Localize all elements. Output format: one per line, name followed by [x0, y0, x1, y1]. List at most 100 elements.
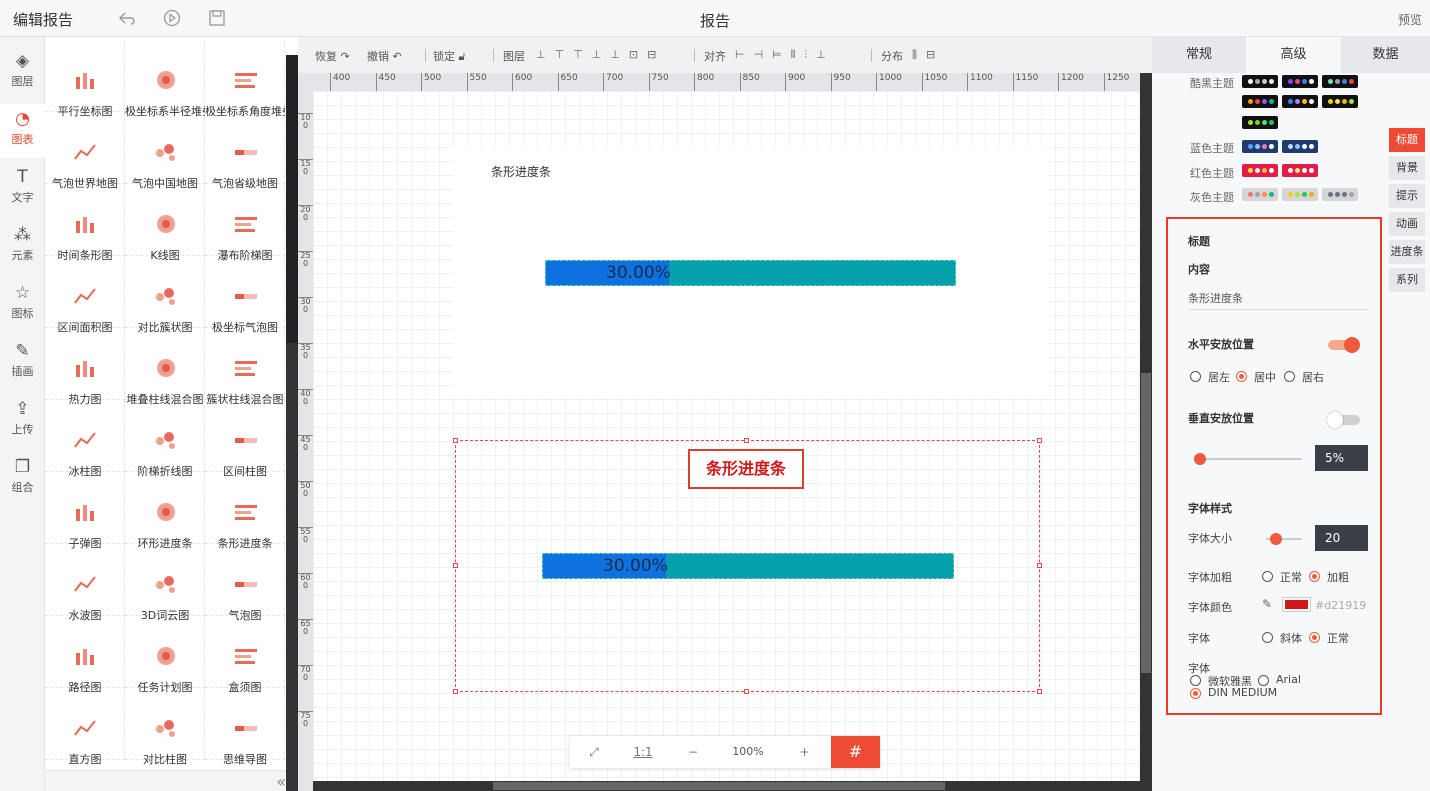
nav-item-layers[interactable]: ◈ 图层: [0, 46, 45, 100]
resize-handle[interactable]: [1037, 689, 1042, 694]
radio-font-yahei[interactable]: [1190, 675, 1201, 686]
chart-type-item[interactable]: 气泡图: [205, 544, 285, 622]
theme-swatch[interactable]: [1282, 95, 1318, 108]
theme-swatch[interactable]: [1282, 75, 1318, 88]
chart-type-item[interactable]: 时间条形图: [45, 184, 125, 262]
chart-type-item[interactable]: 区间面积图: [45, 256, 125, 334]
chart-type-item[interactable]: 气泡省级地图: [205, 112, 285, 190]
collapse-icon[interactable]: «: [276, 772, 286, 791]
resize-handle[interactable]: [744, 438, 749, 443]
chart-type-item[interactable]: 区间柱图: [205, 400, 285, 478]
resize-handle[interactable]: [453, 438, 458, 443]
play-icon[interactable]: [163, 9, 181, 27]
chart-type-item[interactable]: K线图: [125, 184, 205, 262]
font-color-value[interactable]: #d21919: [1315, 599, 1366, 612]
slider-knob[interactable]: [1194, 453, 1206, 465]
canvas-horizontal-scrollbar[interactable]: [313, 781, 1140, 791]
chart-type-item[interactable]: 直方图: [45, 688, 125, 766]
nav-item-group[interactable]: ❐ 组合: [0, 452, 45, 506]
tab-general[interactable]: 常规: [1152, 37, 1246, 73]
actual-size-button[interactable]: 1:1: [618, 736, 668, 768]
chart-type-item[interactable]: 堆叠柱线混合图: [125, 328, 205, 406]
chart-type-item[interactable]: 极坐标系角度堆叠: [205, 40, 285, 118]
resize-handle[interactable]: [1037, 563, 1042, 568]
side-tab[interactable]: 系列: [1389, 268, 1425, 292]
title-content-input[interactable]: 条形进度条: [1188, 290, 1368, 310]
resize-handle[interactable]: [453, 563, 458, 568]
theme-swatch[interactable]: [1242, 164, 1278, 177]
chart-type-item[interactable]: 子弹图: [45, 472, 125, 550]
chart-type-item[interactable]: 盒须图: [205, 616, 285, 694]
grid-toggle-button[interactable]: #: [831, 736, 880, 768]
layer-order-icons[interactable]: ⊥⊤⊤⊥⊥⊡⊟: [536, 48, 665, 61]
radio-h-right[interactable]: [1284, 371, 1295, 382]
font-color-swatch[interactable]: [1283, 598, 1310, 611]
chart-type-item[interactable]: 阶梯折线图: [125, 400, 205, 478]
nav-item-chart[interactable]: ◔ 图表: [0, 104, 45, 158]
chart-type-item[interactable]: 任务计划图: [125, 616, 205, 694]
chart-type-item[interactable]: 路径图: [45, 616, 125, 694]
nav-item-upload[interactable]: ⇪ 上传: [0, 394, 45, 448]
font-size-slider[interactable]: [1266, 533, 1302, 545]
chart-type-item[interactable]: 极坐标系半径堆叠: [125, 40, 205, 118]
theme-swatch[interactable]: [1242, 116, 1278, 129]
canvas-vertical-scrollbar[interactable]: [1140, 73, 1152, 791]
side-tab[interactable]: 标题: [1389, 128, 1425, 152]
theme-swatch[interactable]: [1322, 95, 1358, 108]
nav-item-star[interactable]: ☆ 图标: [0, 278, 45, 332]
fit-screen-button[interactable]: ⤢: [570, 736, 618, 768]
chart-type-item[interactable]: 热力图: [45, 328, 125, 406]
chart-type-item[interactable]: 瀑布阶梯图: [205, 184, 285, 262]
chart-type-item[interactable]: 气泡中国地图: [125, 112, 205, 190]
radio-italic[interactable]: [1262, 632, 1273, 643]
progress-widget-top[interactable]: 条形进度条 30.00%: [453, 147, 1047, 398]
h-position-toggle[interactable]: [1328, 337, 1360, 353]
back-icon[interactable]: [118, 9, 136, 27]
chart-type-item[interactable]: 思维导图: [205, 688, 285, 766]
chart-type-item[interactable]: 对比簇状图: [125, 256, 205, 334]
theme-swatch[interactable]: [1242, 188, 1278, 201]
radio-font-arial[interactable]: [1258, 675, 1269, 686]
theme-swatch[interactable]: [1242, 140, 1278, 153]
chart-type-item[interactable]: 对比柱图: [125, 688, 205, 766]
theme-swatch[interactable]: [1282, 188, 1318, 201]
side-tab[interactable]: 提示: [1389, 184, 1425, 208]
preview-button[interactable]: 预览: [1398, 11, 1422, 28]
canvas-hscroll-thumb[interactable]: [493, 782, 945, 790]
radio-bold-bold[interactable]: [1309, 571, 1320, 582]
v-position-toggle[interactable]: [1327, 412, 1360, 428]
slider-knob[interactable]: [1270, 533, 1282, 545]
chart-type-item[interactable]: 平行坐标图: [45, 40, 125, 118]
zoom-in-button[interactable]: +: [778, 736, 831, 768]
theme-swatch[interactable]: [1322, 75, 1358, 88]
side-tab[interactable]: 进度条: [1389, 240, 1425, 264]
eyedropper-icon[interactable]: ✎: [1262, 597, 1272, 611]
redo-button[interactable]: 恢复 ↷: [315, 48, 350, 64]
radio-bold-normal[interactable]: [1262, 571, 1273, 582]
chart-type-item[interactable]: 簇状柱线混合图: [205, 328, 285, 406]
radio-font-din[interactable]: [1190, 688, 1201, 699]
gallery-scroll-thumb[interactable]: [286, 55, 298, 343]
chart-type-item[interactable]: 3D词云图: [125, 544, 205, 622]
save-icon[interactable]: [208, 9, 226, 27]
gallery-scrollbar[interactable]: [286, 55, 298, 791]
theme-swatch[interactable]: [1242, 95, 1278, 108]
chart-type-item[interactable]: 环形进度条: [125, 472, 205, 550]
chart-type-item[interactable]: 极坐标气泡图: [205, 256, 285, 334]
progress-widget-selected[interactable]: 条形进度条 30.00%: [453, 438, 1042, 694]
side-tab[interactable]: 背景: [1389, 156, 1425, 180]
distribute-icons[interactable]: ⫼⊟: [912, 48, 944, 62]
lock-button[interactable]: 锁定 🔓︎: [433, 48, 466, 64]
chart-type-item[interactable]: 条形进度条: [205, 472, 285, 550]
chart-type-item[interactable]: 冰柱图: [45, 400, 125, 478]
font-size-value[interactable]: 20: [1315, 525, 1368, 551]
zoom-out-button[interactable]: −: [668, 736, 718, 768]
radio-italic-normal[interactable]: [1309, 632, 1320, 643]
side-tab[interactable]: 动画: [1389, 212, 1425, 236]
v-position-slider[interactable]: [1194, 453, 1302, 465]
align-icons[interactable]: ⊢⊣⊨⫴⫶⊥: [735, 48, 835, 62]
theme-swatch[interactable]: [1282, 140, 1318, 153]
nav-item-elements[interactable]: ⁂ 元素: [0, 220, 45, 274]
theme-swatch[interactable]: [1282, 164, 1318, 177]
nav-item-palette[interactable]: ✎ 插画: [0, 336, 45, 390]
